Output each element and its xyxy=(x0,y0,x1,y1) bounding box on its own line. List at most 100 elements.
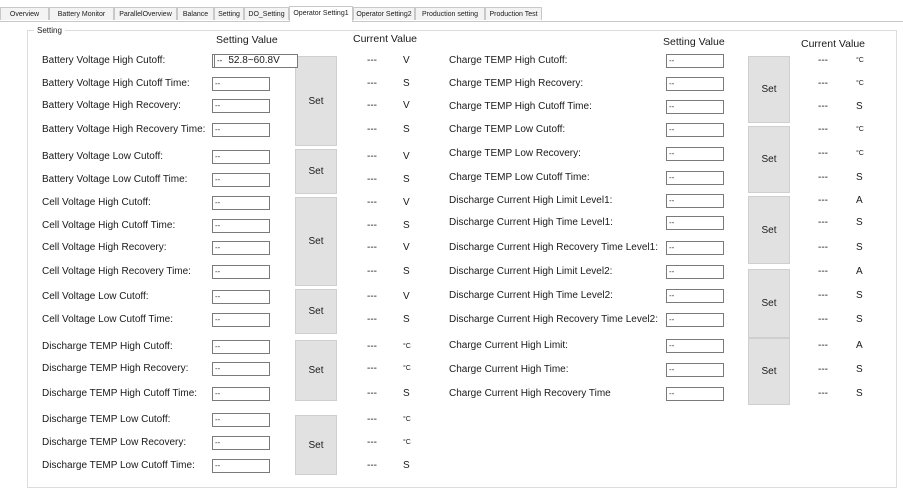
right-current-discharge-current-high-limit-level1: --- xyxy=(818,195,828,206)
right-input-charge-temp-high-cutoff[interactable]: -- xyxy=(666,54,724,68)
set-button-right-1[interactable]: Set xyxy=(748,56,790,123)
right-unit-discharge-current-high-limit-level2: A xyxy=(856,266,863,277)
left-current-battery-voltage-high-recovery: --- xyxy=(367,100,377,111)
left-unit-discharge-temp-low-cutoff-time: S xyxy=(403,460,410,471)
left-label-discharge-temp-low-cutoff: Discharge TEMP Low Cutoff: xyxy=(42,414,171,425)
left-current-cell-voltage-low-cutoff: --- xyxy=(367,291,377,302)
left-unit-battery-voltage-high-recovery: V xyxy=(403,100,410,111)
set-button-right-4[interactable]: Set xyxy=(748,269,790,338)
right-unit-charge-temp-high-cutoff: °C xyxy=(856,57,864,64)
tab-production-test[interactable]: Production Test xyxy=(485,7,542,20)
left-input-cell-voltage-low-cutoff-time[interactable]: -- xyxy=(212,313,270,327)
range-tooltip-text: 52.8~60.8V xyxy=(228,55,280,66)
right-current-charge-temp-high-cutoff: --- xyxy=(818,55,828,66)
set-button-left-2[interactable]: Set xyxy=(295,149,337,194)
left-label-battery-voltage-low-cutoff-time: Battery Voltage Low Cutoff Time: xyxy=(42,174,188,185)
left-input-cell-voltage-high-cutoff[interactable]: -- xyxy=(212,196,270,210)
left-input-discharge-temp-high-recovery[interactable]: -- xyxy=(212,362,270,376)
left-current-discharge-temp-low-cutoff: --- xyxy=(367,414,377,425)
set-button-right-5[interactable]: Set xyxy=(748,338,790,405)
right-unit-charge-current-high-limit: A xyxy=(856,340,863,351)
right-label-discharge-current-high-time-level1: Discharge Current High Time Level1: xyxy=(449,217,613,228)
left-label-battery-voltage-high-recovery-time: Battery Voltage High Recovery Time: xyxy=(42,124,206,135)
left-input-cell-voltage-high-recovery-time[interactable]: -- xyxy=(212,265,270,279)
tab-overview[interactable]: Overview xyxy=(0,7,49,20)
right-input-charge-current-high-recovery-time[interactable]: -- xyxy=(666,387,724,401)
tab-operator-setting2[interactable]: Operator Setting2 xyxy=(353,7,415,20)
left-input-battery-voltage-high-recovery-time[interactable]: -- xyxy=(212,123,270,137)
left-input-discharge-temp-low-recovery[interactable]: -- xyxy=(212,436,270,450)
right-unit-charge-temp-low-recovery: °C xyxy=(856,150,864,157)
right-input-discharge-current-high-limit-level1[interactable]: -- xyxy=(666,194,724,208)
left-current-battery-voltage-high-recovery-time: --- xyxy=(367,124,377,135)
tab-battery-monitor[interactable]: Battery Monitor xyxy=(49,7,114,20)
left-input-cell-voltage-low-cutoff[interactable]: -- xyxy=(212,290,270,304)
left-label-discharge-temp-high-cutoff-time: Discharge TEMP High Cutoff Time: xyxy=(42,388,198,399)
right-input-discharge-current-high-time-level1[interactable]: -- xyxy=(666,216,724,230)
left-current-discharge-temp-high-recovery: --- xyxy=(367,363,377,374)
left-input-battery-voltage-low-cutoff[interactable]: -- xyxy=(212,150,270,164)
right-label-charge-current-high-limit: Charge Current High Limit: xyxy=(449,340,568,351)
right-input-charge-temp-low-recovery[interactable]: -- xyxy=(666,147,724,161)
right-current-discharge-current-high-limit-level2: --- xyxy=(818,266,828,277)
setting-value-header-right: Setting Value xyxy=(663,36,725,48)
set-button-left-5[interactable]: Set xyxy=(295,340,337,401)
right-input-charge-current-high-limit[interactable]: -- xyxy=(666,339,724,353)
current-value-header-left: Current Value xyxy=(353,33,418,45)
left-input-cell-voltage-high-recovery[interactable]: -- xyxy=(212,241,270,255)
set-button-right-3[interactable]: Set xyxy=(748,196,790,264)
left-input-battery-voltage-high-recovery[interactable]: -- xyxy=(212,99,270,113)
right-current-charge-current-high-time: --- xyxy=(818,364,828,375)
right-input-discharge-current-high-recovery-time-level2[interactable]: -- xyxy=(666,313,724,327)
left-input-battery-voltage-low-cutoff-time[interactable]: -- xyxy=(212,173,270,187)
right-input-discharge-current-high-limit-level2[interactable]: -- xyxy=(666,265,724,279)
left-label-discharge-temp-low-recovery: Discharge TEMP Low Recovery: xyxy=(42,437,187,448)
set-button-left-6[interactable]: Set xyxy=(295,415,337,475)
right-unit-charge-current-high-recovery-time: S xyxy=(856,388,863,399)
right-current-charge-temp-high-cutoff-time: --- xyxy=(818,101,828,112)
left-unit-discharge-temp-high-cutoff: °C xyxy=(403,343,411,350)
tab-setting[interactable]: Setting xyxy=(214,7,244,20)
left-input-discharge-temp-low-cutoff[interactable]: -- xyxy=(212,413,270,427)
range-tooltip: -- 52.8~60.8V xyxy=(214,54,298,68)
left-input-cell-voltage-high-cutoff-time[interactable]: -- xyxy=(212,219,270,233)
set-button-left-1[interactable]: Set xyxy=(295,56,337,146)
right-unit-charge-temp-low-cutoff-time: S xyxy=(856,172,863,183)
right-input-charge-temp-low-cutoff-time[interactable]: -- xyxy=(666,171,724,185)
left-unit-cell-voltage-high-recovery-time: S xyxy=(403,266,410,277)
tab-production-setting[interactable]: Production setting xyxy=(415,7,485,20)
right-input-charge-temp-low-cutoff[interactable]: -- xyxy=(666,123,724,137)
tab-do-setting[interactable]: DO_Setting xyxy=(244,7,289,20)
right-unit-charge-temp-high-cutoff-time: S xyxy=(856,101,863,112)
tab-operator-setting1[interactable]: Operator Setting1 xyxy=(289,6,353,22)
right-current-charge-temp-high-recovery: --- xyxy=(818,78,828,89)
left-input-discharge-temp-low-cutoff-time[interactable]: -- xyxy=(212,459,270,473)
right-input-discharge-current-high-time-level2[interactable]: -- xyxy=(666,289,724,303)
left-input-discharge-temp-high-cutoff[interactable]: -- xyxy=(212,340,270,354)
right-label-charge-temp-low-cutoff: Charge TEMP Low Cutoff: xyxy=(449,124,566,135)
right-label-charge-temp-high-cutoff: Charge TEMP High Cutoff: xyxy=(449,55,568,66)
right-current-charge-current-high-recovery-time: --- xyxy=(818,388,828,399)
left-input-discharge-temp-high-cutoff-time[interactable]: -- xyxy=(212,387,270,401)
set-button-left-4[interactable]: Set xyxy=(295,289,337,334)
left-unit-cell-voltage-low-cutoff: V xyxy=(403,291,410,302)
right-current-discharge-current-high-time-level1: --- xyxy=(818,217,828,228)
set-button-left-3[interactable]: Set xyxy=(295,197,337,286)
tab-paralleloverview[interactable]: ParallelOverview xyxy=(114,7,177,20)
set-button-right-2[interactable]: Set xyxy=(748,126,790,193)
left-unit-discharge-temp-high-recovery: °C xyxy=(403,365,411,372)
left-input-battery-voltage-high-cutoff-time[interactable]: -- xyxy=(212,77,270,91)
right-input-charge-current-high-time[interactable]: -- xyxy=(666,363,724,377)
right-current-charge-current-high-limit: --- xyxy=(818,340,828,351)
tab-balance[interactable]: Balance xyxy=(177,7,214,20)
right-input-charge-temp-high-cutoff-time[interactable]: -- xyxy=(666,100,724,114)
left-current-discharge-temp-high-cutoff: --- xyxy=(367,341,377,352)
right-current-charge-temp-low-recovery: --- xyxy=(818,148,828,159)
right-input-charge-temp-high-recovery[interactable]: -- xyxy=(666,77,724,91)
right-input-discharge-current-high-recovery-time-level1[interactable]: -- xyxy=(666,241,724,255)
left-current-cell-voltage-high-recovery-time: --- xyxy=(367,266,377,277)
left-current-cell-voltage-low-cutoff-time: --- xyxy=(367,314,377,325)
right-label-discharge-current-high-recovery-time-level2: Discharge Current High Recovery Time Lev… xyxy=(449,314,658,325)
right-label-charge-temp-high-recovery: Charge TEMP High Recovery: xyxy=(449,78,584,89)
left-unit-cell-voltage-low-cutoff-time: S xyxy=(403,314,410,325)
